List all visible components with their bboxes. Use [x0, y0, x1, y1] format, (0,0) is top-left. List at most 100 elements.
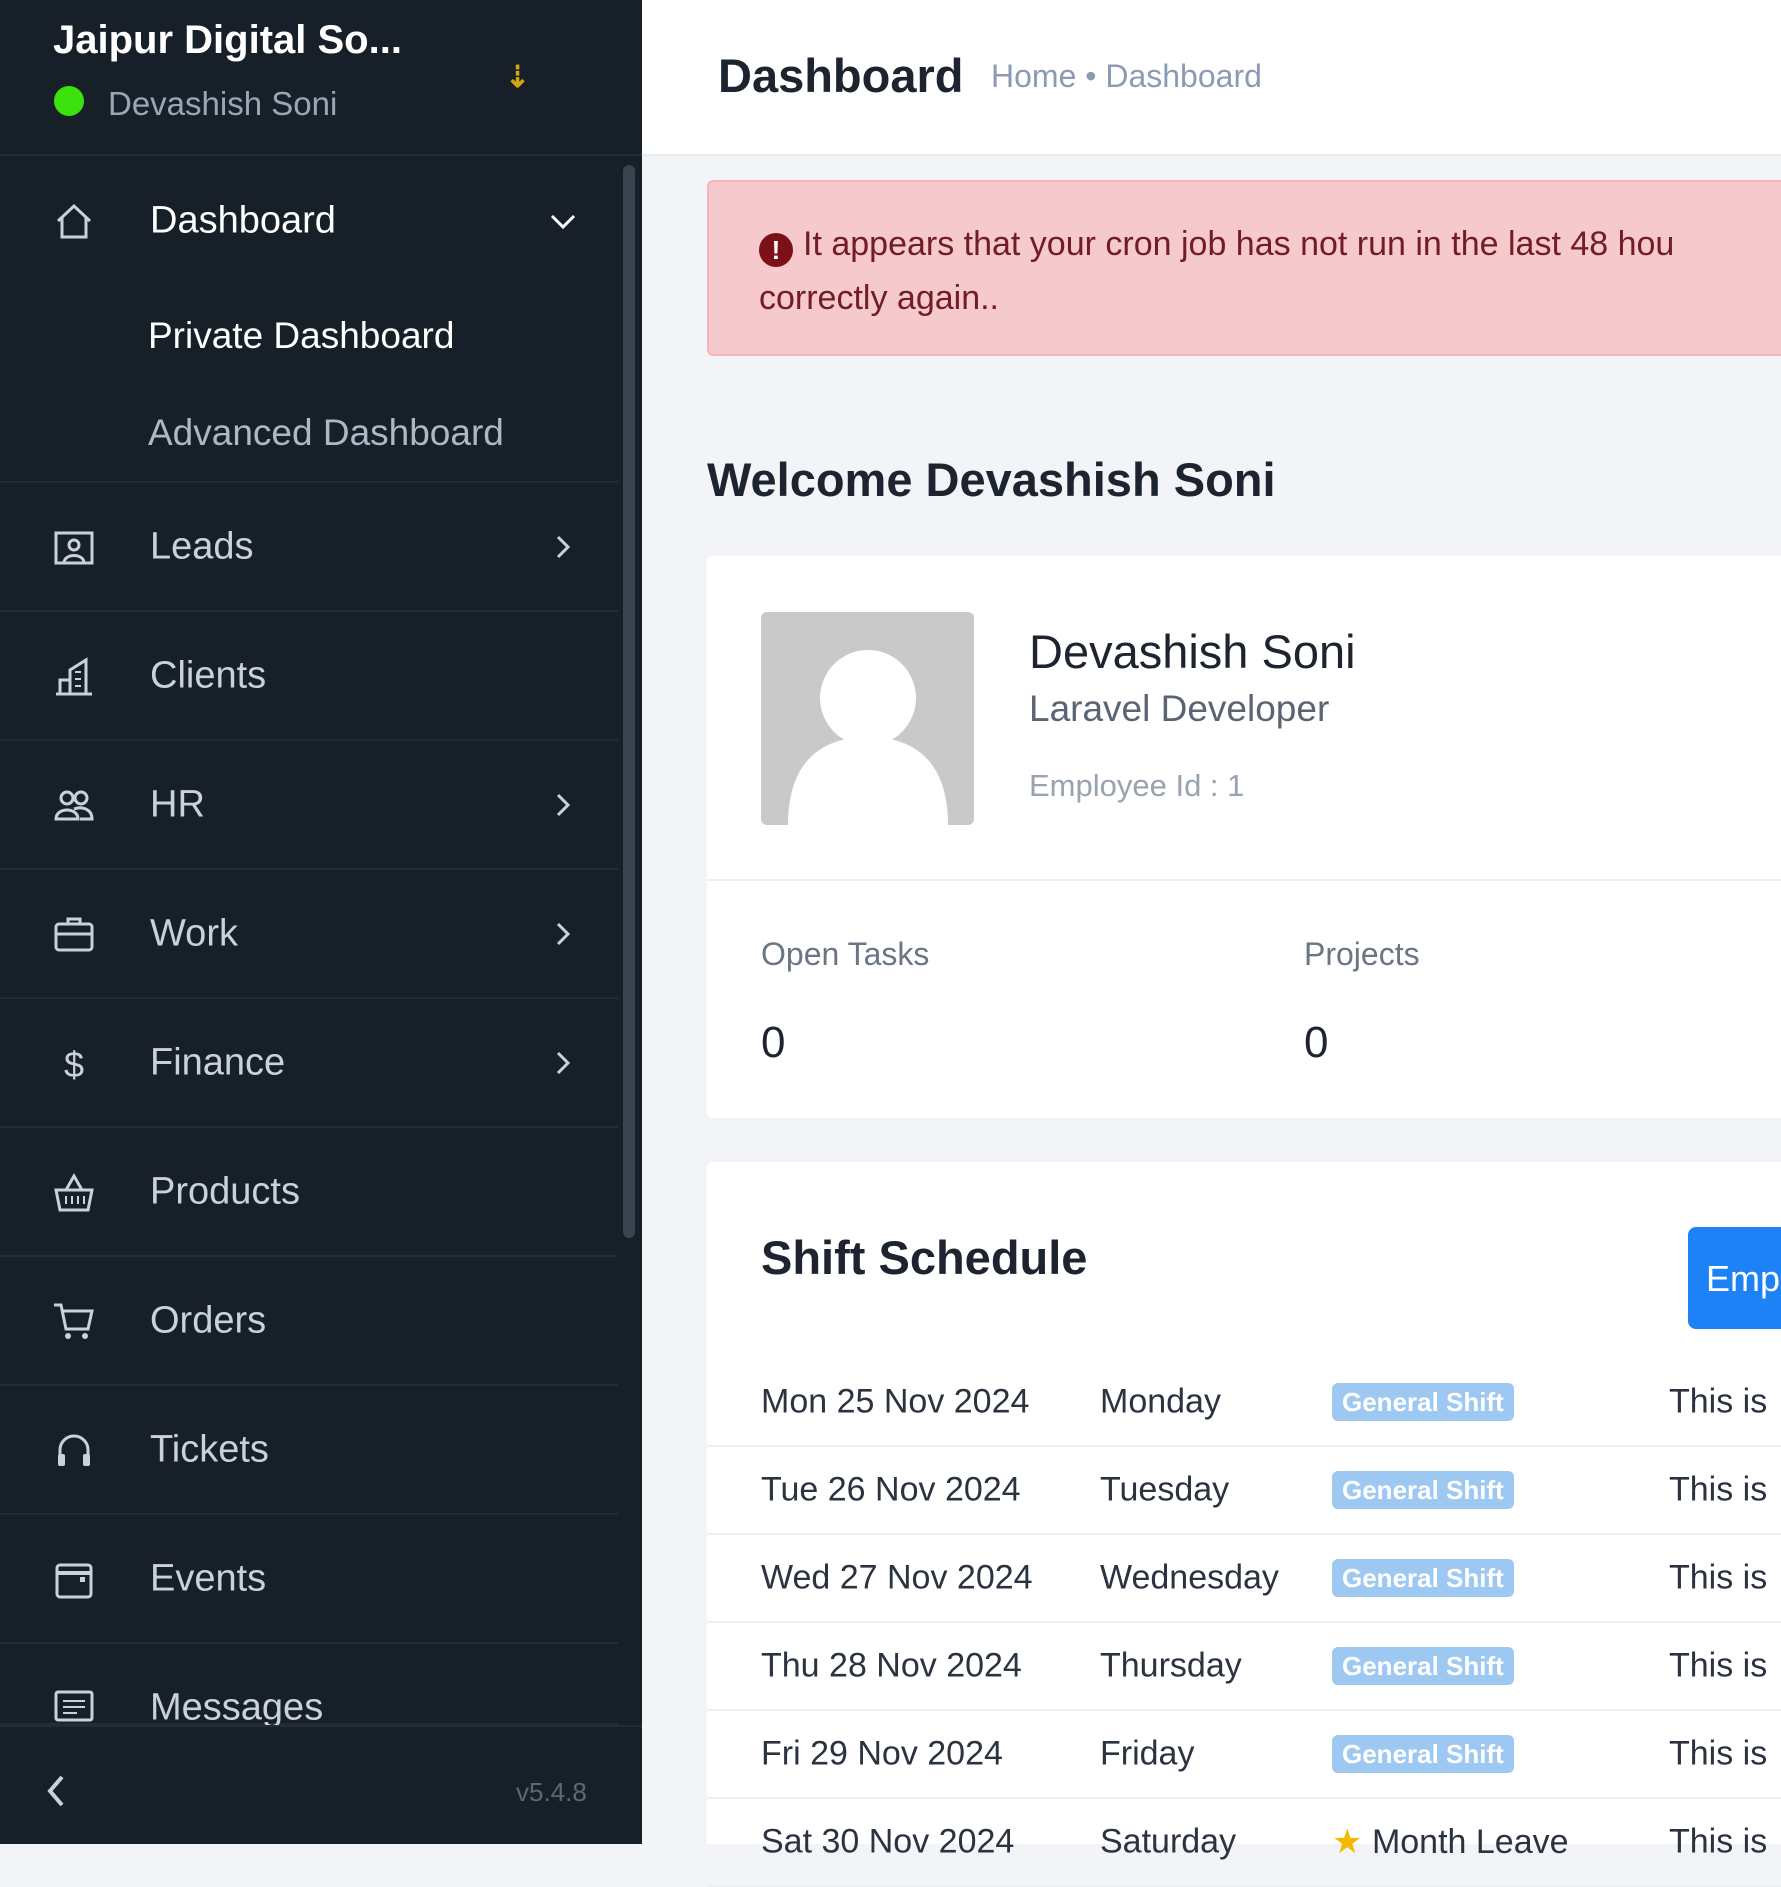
sidebar-item-label: Clients	[150, 654, 267, 696]
profile-role: Laravel Developer	[1029, 688, 1330, 729]
shift-day: Thursday	[1100, 1646, 1242, 1685]
shift-note: This is	[1669, 1470, 1768, 1509]
shift-note: This is	[1669, 1558, 1768, 1597]
building-icon	[56, 656, 92, 695]
sidebar-subitem-private-dashboard[interactable]: Private Dashboard	[148, 315, 454, 357]
shift-badge: General Shift	[1332, 1735, 1514, 1773]
page-title: Dashboard	[718, 49, 964, 102]
chevron-right-icon	[556, 1051, 571, 1074]
avatar	[761, 612, 974, 825]
shift-schedule-title: Shift Schedule	[761, 1231, 1088, 1284]
sidebar-item-orders[interactable]: Orders	[0, 1257, 618, 1386]
svg-text:$: $	[64, 1044, 84, 1085]
alert-text-line1: It appears that your cron job has not ru…	[803, 225, 1675, 263]
people-icon	[54, 790, 94, 820]
shift-badge: General Shift	[1332, 1559, 1514, 1597]
shift-row: Fri 29 Nov 2024 Friday General Shift This i…	[707, 1711, 1781, 1799]
shift-day: Friday	[1100, 1734, 1195, 1773]
chevron-right-icon	[556, 535, 571, 558]
app-version: v5.4.8	[516, 1777, 587, 1807]
logo-icon: ⇣	[505, 61, 531, 94]
shift-schedule-card: Shift Schedule Emp Mon 25 Nov 2024 Monday…	[707, 1162, 1781, 1887]
calendar-icon	[55, 1563, 93, 1598]
message-icon	[54, 1690, 94, 1722]
online-status-icon	[54, 86, 84, 116]
shift-date: Sat 30 Nov 2024	[761, 1822, 1015, 1861]
user-name: Devashish Soni	[108, 85, 338, 122]
alert-text-line2: correctly again..	[759, 279, 999, 317]
shift-note: This is	[1669, 1646, 1768, 1685]
chevron-right-icon	[556, 793, 571, 816]
sidebar-item-clients[interactable]: Clients	[0, 612, 618, 741]
shift-day: Monday	[1100, 1382, 1221, 1421]
shift-day: Tuesday	[1100, 1470, 1230, 1509]
company-name: Jaipur Digital So...	[53, 18, 402, 62]
collapse-sidebar-icon[interactable]	[40, 1771, 72, 1811]
cron-alert: ! It appears that your cron job has not r…	[707, 180, 1781, 356]
sidebar-item-tickets[interactable]: Tickets	[0, 1386, 618, 1515]
sidebar-item-label: Leads	[150, 525, 254, 567]
sidebar-item-hr[interactable]: HR	[0, 741, 618, 870]
sidebar-footer: v5.4.8	[0, 1725, 642, 1844]
profile-name: Devashish Soni	[1029, 625, 1356, 678]
shift-leave: ★ Month Leave	[1332, 1822, 1569, 1862]
star-icon: ★	[1332, 1823, 1363, 1861]
shift-row: Tue 26 Nov 2024 Tuesday General Shift This …	[707, 1447, 1781, 1535]
exclamation-circle-icon: !	[759, 233, 793, 267]
shift-note: This is	[1669, 1734, 1768, 1773]
sidebar-item-label: Dashboard	[150, 199, 336, 242]
sidebar-item-messages[interactable]: Messages	[0, 1644, 618, 1729]
shift-row: Thu 28 Nov 2024 Thursday General Shift This…	[707, 1623, 1781, 1711]
shift-date: Fri 29 Nov 2024	[761, 1734, 1003, 1773]
sidebar: Jaipur Digital So... Devashish Soni ⇣ Da…	[0, 0, 642, 1844]
sidebar-header[interactable]: Jaipur Digital So... Devashish Soni ⇣	[0, 0, 642, 156]
shift-row: Mon 25 Nov 2024 Monday General Shift This i…	[707, 1359, 1781, 1447]
divider	[707, 879, 1781, 881]
shift-date: Tue 26 Nov 2024	[761, 1470, 1021, 1509]
shift-row: Wed 27 Nov 2024 Wednesday General Shift Thi…	[707, 1535, 1781, 1623]
projects-value[interactable]: 0	[1304, 1018, 1328, 1068]
sidebar-item-label: Finance	[150, 1041, 286, 1083]
open-tasks-label: Open Tasks	[761, 936, 930, 972]
shift-date: Mon 25 Nov 2024	[761, 1382, 1030, 1421]
employee-shift-button[interactable]: Emp	[1688, 1227, 1781, 1329]
sidebar-item-events[interactable]: Events	[0, 1515, 618, 1644]
shift-note: This is	[1669, 1382, 1768, 1421]
shift-row: Sat 30 Nov 2024 Saturday ★ Month Leave This…	[707, 1799, 1781, 1887]
leads-icon	[54, 531, 94, 564]
shift-name: Month Leave	[1371, 1823, 1569, 1861]
sidebar-subitem-advanced-dashboard[interactable]: Advanced Dashboard	[148, 412, 504, 454]
sidebar-item-finance[interactable]: $ Finance	[0, 999, 618, 1128]
projects-label: Projects	[1304, 936, 1420, 972]
chevron-right-icon	[556, 922, 571, 945]
basket-icon	[54, 1172, 94, 1211]
sidebar-item-label: Products	[150, 1170, 300, 1212]
shift-note: This is	[1669, 1822, 1768, 1861]
home-icon	[56, 203, 92, 239]
sidebar-item-label: Events	[150, 1557, 267, 1599]
shift-day: Saturday	[1100, 1822, 1237, 1861]
briefcase-icon	[54, 917, 94, 951]
shift-date: Thu 28 Nov 2024	[761, 1646, 1022, 1685]
open-tasks-value[interactable]: 0	[761, 1018, 785, 1068]
breadcrumb[interactable]: Home • Dashboard	[991, 58, 1262, 95]
sidebar-item-work[interactable]: Work	[0, 870, 618, 999]
chevron-down-icon	[550, 214, 576, 230]
headset-icon	[58, 1434, 90, 1466]
shift-badge: General Shift	[1332, 1647, 1514, 1685]
sidebar-item-leads[interactable]: Leads	[0, 483, 618, 612]
sidebar-item-products[interactable]: Products	[0, 1128, 618, 1257]
shift-badge: General Shift	[1332, 1383, 1514, 1421]
page-header: Dashboard Home • Dashboard	[642, 0, 1781, 156]
profile-card: Devashish Soni Laravel Developer Employe…	[707, 556, 1781, 1118]
sidebar-scrollbar[interactable]	[623, 165, 635, 1238]
sidebar-item-label: Orders	[150, 1299, 267, 1341]
sidebar-item-label: Work	[150, 912, 238, 954]
sidebar-item-label: Tickets	[150, 1428, 269, 1470]
welcome-heading: Welcome Devashish Soni	[707, 453, 1276, 506]
cart-icon	[54, 1303, 94, 1339]
shift-date: Wed 27 Nov 2024	[761, 1558, 1033, 1597]
shift-badge: General Shift	[1332, 1471, 1514, 1509]
shift-day: Wednesday	[1100, 1558, 1279, 1597]
sidebar-item-label: HR	[150, 783, 205, 825]
